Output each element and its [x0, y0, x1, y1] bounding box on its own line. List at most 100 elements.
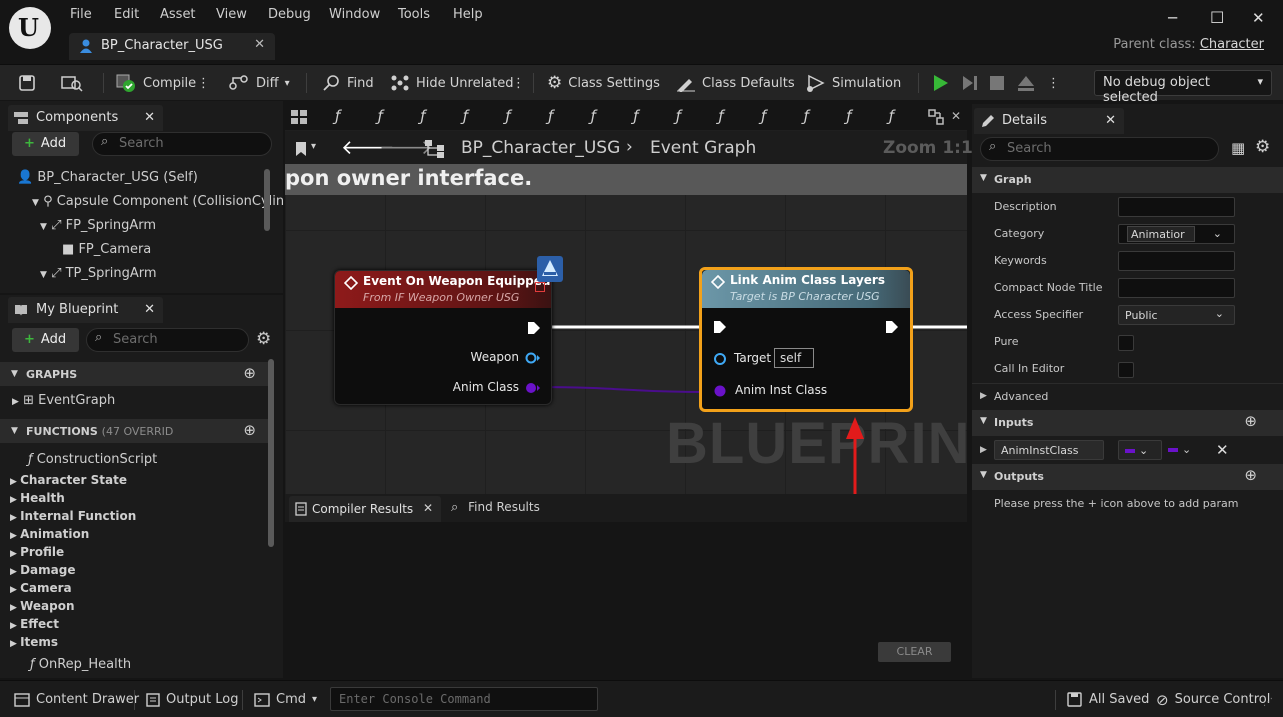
function-category-item[interactable]: ▶ Items [10, 635, 58, 649]
call-in-editor-checkbox[interactable] [1118, 362, 1134, 378]
simulation-button[interactable]: Simulation [806, 65, 901, 101]
clear-button[interactable]: CLEAR [878, 642, 951, 662]
step-button[interactable] [960, 65, 980, 101]
anim-inst-class-pin[interactable] [713, 384, 727, 398]
gear-icon[interactable]: ⚙ [256, 329, 271, 349]
menu-edit[interactable]: Edit [114, 7, 139, 22]
diff-button[interactable]: Diff ▾ [228, 65, 290, 101]
parent-class-link[interactable]: Character [1200, 37, 1264, 52]
tab-close-icon[interactable]: ✕ [254, 37, 265, 52]
close-icon[interactable]: ✕ [144, 110, 155, 125]
list-item-event-graph[interactable]: ▶ ⊞ EventGraph [12, 393, 115, 408]
tab-find-results[interactable]: ⌕ Find Results [451, 500, 540, 515]
target-pin[interactable] [713, 352, 727, 366]
function-tab-icon[interactable]: ƒ [463, 107, 468, 125]
close-icon[interactable]: ✕ [951, 109, 961, 123]
table-view-icon[interactable]: ▦ [1231, 139, 1245, 157]
unreal-logo[interactable]: U [9, 7, 51, 49]
function-category-item[interactable]: ▶ Profile [10, 545, 64, 559]
bookmark-icon[interactable] [294, 141, 308, 157]
function-tab-icon[interactable]: ƒ [676, 107, 681, 125]
function-tab-icon[interactable]: ƒ [718, 107, 723, 125]
function-category-item[interactable]: ▶ Weapon [10, 599, 74, 613]
advanced-row[interactable]: ▶ Advanced [972, 383, 1283, 410]
add-circle-icon[interactable]: ⊕ [243, 421, 256, 439]
save-button[interactable] [18, 65, 36, 101]
link-anim-node[interactable]: Link Anim Class Layers Target is BP Char… [699, 267, 913, 412]
weapon-pin[interactable] [525, 351, 541, 365]
function-category-item[interactable]: ▶ Animation [10, 527, 89, 541]
play-options-icon[interactable]: ⋮ [1047, 65, 1060, 101]
play-button[interactable] [930, 65, 950, 101]
exec-in-pin[interactable] [713, 320, 727, 334]
exec-out-pin[interactable] [527, 321, 541, 335]
details-search-input[interactable]: ⌕ Search [980, 137, 1219, 161]
function-category-item[interactable]: ▶ Health [10, 491, 65, 505]
close-icon[interactable]: ✕ [144, 302, 155, 317]
pure-checkbox[interactable] [1118, 335, 1134, 351]
close-icon[interactable]: ✕ [423, 501, 433, 515]
add-circle-icon[interactable]: ⊕ [1244, 412, 1257, 430]
graphs-category[interactable]: ▼ GRAPHS ⊕ [0, 362, 268, 386]
function-tab-icon[interactable]: ƒ [591, 107, 596, 125]
function-tab-icon[interactable]: ƒ [633, 107, 638, 125]
eject-button[interactable] [1016, 65, 1036, 101]
add-circle-icon[interactable]: ⊕ [1244, 466, 1257, 484]
add-circle-icon[interactable]: ⊕ [243, 364, 256, 382]
chevron-down-icon[interactable]: ▾ [311, 141, 316, 152]
scrollbar[interactable] [264, 169, 270, 231]
maximize-icon[interactable]: ☐ [1210, 8, 1224, 27]
menu-file[interactable]: File [70, 7, 92, 22]
function-category-item[interactable]: ▶ Damage [10, 563, 75, 577]
keywords-field[interactable] [1118, 251, 1235, 271]
tree-item-tp-springarm[interactable]: ▼ ⤢ TP_SpringArm [40, 266, 157, 281]
input-name-field[interactable]: AnimInstClass [994, 440, 1104, 460]
compile-button[interactable]: Compile [115, 65, 196, 101]
console-command-input[interactable]: Enter Console Command [330, 687, 598, 711]
hide-unrelated-button[interactable]: Hide Unrelated [390, 65, 514, 101]
function-tab-icon[interactable]: ƒ [761, 107, 766, 125]
function-category-item[interactable]: ▶ Effect [10, 617, 59, 631]
function-tab-icon[interactable]: ƒ [804, 107, 809, 125]
graph-section[interactable]: ▼ Graph [972, 167, 1283, 193]
menu-debug[interactable]: Debug [268, 7, 311, 22]
function-tab-icon[interactable]: ƒ [548, 107, 553, 125]
compile-options-icon[interactable]: ⋮ [197, 65, 210, 101]
class-settings-button[interactable]: ⚙ Class Settings [547, 65, 660, 101]
outputs-section[interactable]: ▼ Outputs ⊕ [972, 464, 1283, 490]
cmd-select[interactable]: Cmd ▾ [254, 681, 317, 717]
function-tab-icon[interactable]: ƒ [420, 107, 425, 125]
function-tab-icon[interactable]: ƒ [505, 107, 510, 125]
all-saved-button[interactable]: All Saved [1067, 681, 1149, 717]
browse-button[interactable] [61, 65, 83, 101]
tab-compiler-results[interactable]: Compiler Results ✕ [289, 496, 441, 522]
access-select[interactable]: Public ⌄ [1118, 305, 1235, 325]
function-category-item[interactable]: ▶ Internal Function [10, 509, 136, 523]
function-tab-icon[interactable]: ƒ [846, 107, 851, 125]
add-component-button[interactable]: + Add [12, 132, 79, 156]
menu-tools[interactable]: Tools [398, 7, 430, 22]
tab-blueprint[interactable]: BP_Character_USG ✕ [69, 33, 275, 60]
function-tab-icon[interactable]: ƒ [378, 107, 383, 125]
functions-category[interactable]: ▼ FUNCTIONS (47 OVERRID ⊕ [0, 419, 268, 443]
class-defaults-button[interactable]: Class Defaults [676, 65, 795, 101]
menu-view[interactable]: View [216, 7, 247, 22]
compact-title-field[interactable] [1118, 278, 1235, 298]
graph-icon[interactable] [291, 110, 307, 124]
tab-my-blueprint[interactable]: My Blueprint ✕ [8, 297, 163, 323]
function-tab-icon[interactable]: ƒ [889, 107, 894, 125]
function-category-item[interactable]: ▶ Camera [10, 581, 72, 595]
tree-item-fp-springarm[interactable]: ▼ ⤢ FP_SpringArm [40, 218, 156, 233]
tab-components[interactable]: Components ✕ [8, 105, 163, 131]
components-search-input[interactable]: ⌕ Search [92, 132, 272, 156]
description-field[interactable] [1118, 197, 1235, 217]
tree-item-self[interactable]: 👤 BP_Character_USG (Self) [17, 170, 198, 185]
inputs-section[interactable]: ▼ Inputs ⊕ [972, 410, 1283, 436]
find-options-icon[interactable]: ⋮ [512, 65, 525, 101]
target-self-field[interactable]: self [774, 348, 814, 368]
exec-out-pin[interactable] [885, 320, 899, 334]
anim-class-pin[interactable] [525, 381, 541, 395]
function-tab-icon[interactable]: ƒ [335, 107, 340, 125]
container-type-select[interactable]: ⌄ [1168, 443, 1198, 459]
list-item-construction-script[interactable]: ƒ ConstructionScript [28, 452, 157, 467]
